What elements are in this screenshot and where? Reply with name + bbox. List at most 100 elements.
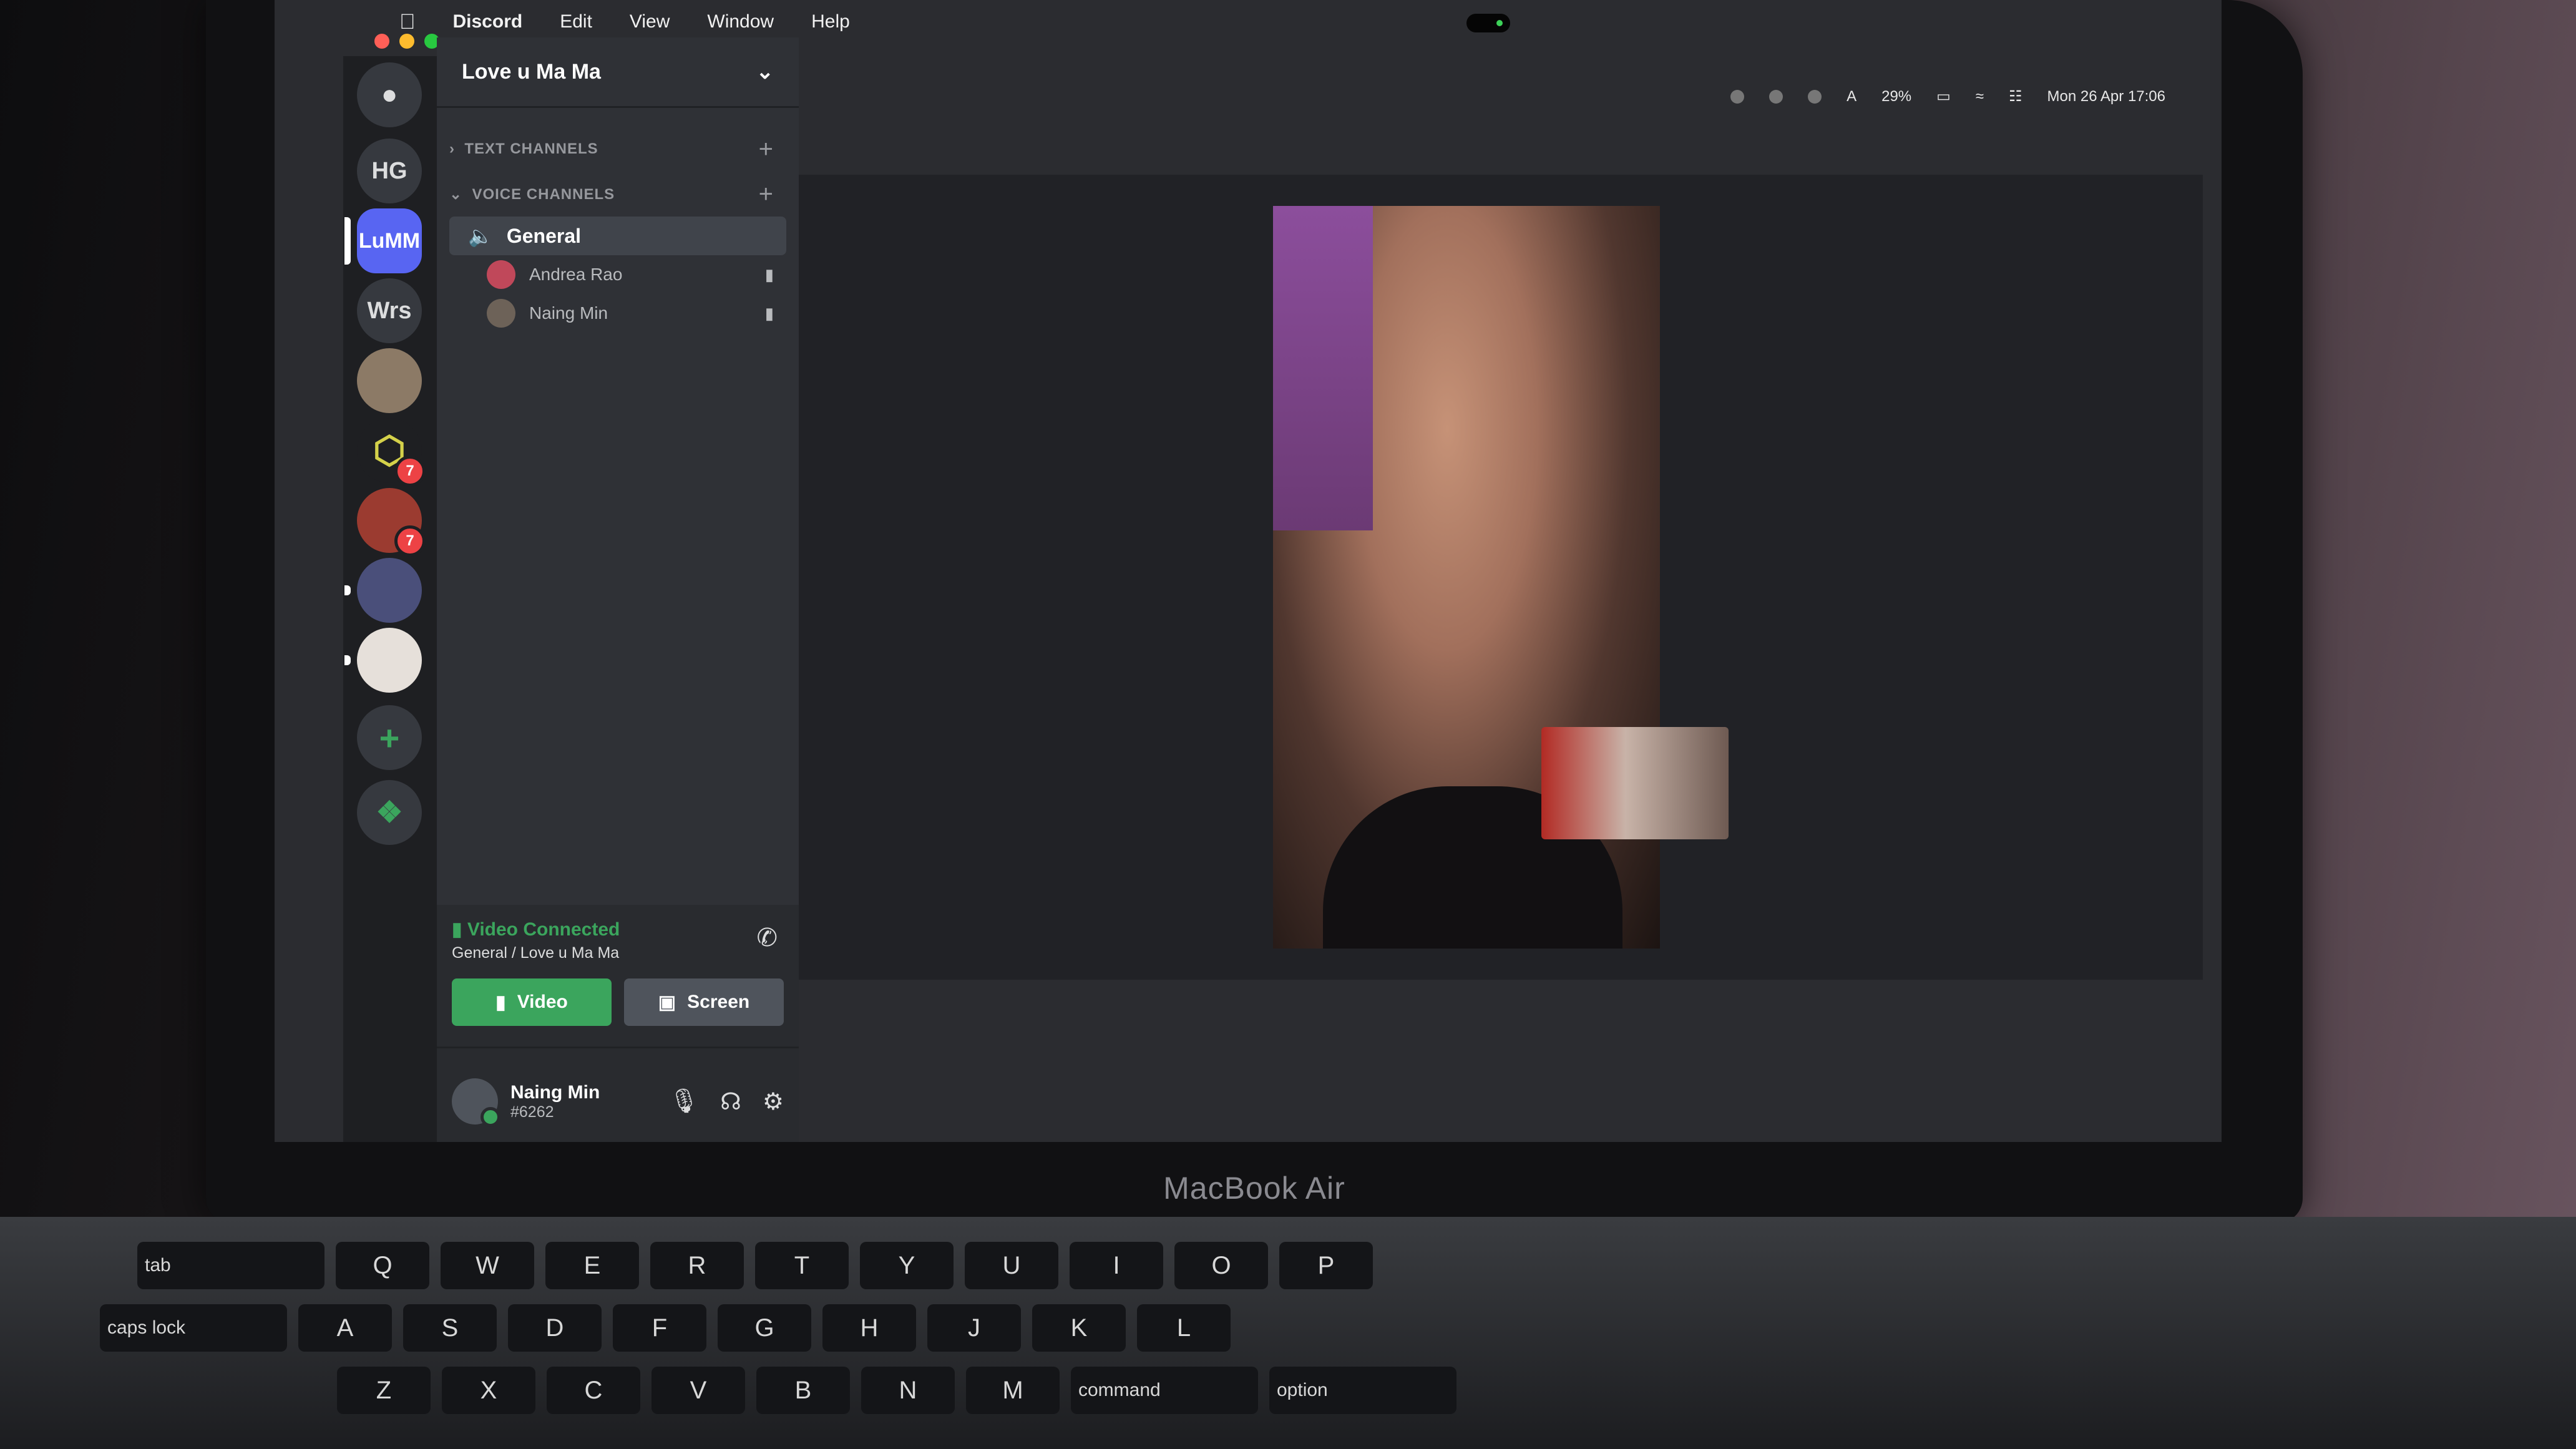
- key[interactable]: H: [822, 1304, 916, 1352]
- server-list: ● HG LuMM Wrs ⬡ 7 7 + ❖: [343, 56, 437, 1142]
- voice-member[interactable]: Naing Min ▮: [437, 294, 799, 333]
- user-panel: Naing Min #6262 🎙 ☊ ⚙: [437, 1048, 799, 1142]
- battery-percent: 29%: [1881, 87, 1912, 105]
- key[interactable]: L: [1137, 1304, 1231, 1352]
- signal-icon: ▮: [452, 919, 462, 940]
- key[interactable]: N: [861, 1367, 955, 1414]
- mac-status-bar: A 29% ▭ ≈ ☷ Mon 26 Apr 17:06: [1730, 87, 2165, 105]
- discord-home-button[interactable]: ●: [357, 62, 422, 127]
- status-dot-icon[interactable]: [1730, 89, 1745, 104]
- key[interactable]: R: [650, 1242, 744, 1289]
- category-voice-channels[interactable]: ⌄ VOICE CHANNELS +: [437, 172, 799, 217]
- headphones-icon[interactable]: ☊: [720, 1088, 741, 1116]
- key-option[interactable]: option: [1269, 1367, 1456, 1414]
- key[interactable]: A: [298, 1304, 392, 1352]
- voice-member[interactable]: Andrea Rao ▮: [437, 255, 799, 294]
- key-tab[interactable]: tab: [137, 1242, 324, 1289]
- server-cube[interactable]: ⬡ 7: [357, 418, 426, 487]
- key[interactable]: W: [441, 1242, 534, 1289]
- key[interactable]: I: [1070, 1242, 1163, 1289]
- apple-menu-icon[interactable]: : [399, 10, 416, 34]
- close-window-button[interactable]: [374, 34, 389, 49]
- laptop-brand-label: MacBook Air: [1163, 1171, 1345, 1206]
- create-channel-icon[interactable]: +: [759, 180, 774, 208]
- screen:  Discord Edit View Window Help A 29% ▭ …: [275, 0, 2222, 1142]
- key[interactable]: J: [927, 1304, 1021, 1352]
- key[interactable]: D: [508, 1304, 602, 1352]
- key[interactable]: M: [966, 1367, 1060, 1414]
- key[interactable]: Q: [336, 1242, 429, 1289]
- avatar[interactable]: [452, 1078, 500, 1127]
- key[interactable]: O: [1174, 1242, 1268, 1289]
- keyboard-input-icon[interactable]: A: [1847, 88, 1856, 105]
- control-center-icon[interactable]: ☷: [2009, 87, 2022, 105]
- server-students[interactable]: [344, 628, 422, 693]
- status-cloud-icon[interactable]: [1769, 89, 1783, 104]
- screen-share-icon: ▣: [658, 992, 676, 1013]
- key[interactable]: C: [547, 1367, 640, 1414]
- video-button[interactable]: ▮ Video: [452, 978, 612, 1026]
- key[interactable]: G: [718, 1304, 811, 1352]
- screen-share-button[interactable]: ▣ Screen: [624, 978, 784, 1026]
- server-lumm[interactable]: LuMM: [344, 208, 422, 273]
- menu-window[interactable]: Window: [707, 11, 774, 32]
- status-vpn-icon[interactable]: [1808, 89, 1822, 104]
- guild-header[interactable]: Love u Ma Ma ⌄: [437, 37, 799, 108]
- window-controls: [374, 34, 439, 49]
- video-stage: [799, 175, 2203, 980]
- key[interactable]: K: [1032, 1304, 1126, 1352]
- key[interactable]: F: [613, 1304, 706, 1352]
- gear-icon[interactable]: ⚙: [763, 1088, 784, 1116]
- menu-app-name[interactable]: Discord: [453, 11, 523, 32]
- battery-icon[interactable]: ▭: [1936, 87, 1951, 105]
- disconnect-icon[interactable]: ✆: [756, 924, 778, 952]
- key[interactable]: B: [756, 1367, 850, 1414]
- minimize-window-button[interactable]: [399, 34, 414, 49]
- key[interactable]: E: [545, 1242, 639, 1289]
- category-text-channels[interactable]: › TEXT CHANNELS +: [437, 127, 799, 172]
- discord-logo-icon: ●: [381, 79, 398, 110]
- clock[interactable]: Mon 26 Apr 17:06: [2047, 88, 2165, 105]
- menu-help[interactable]: Help: [811, 11, 850, 32]
- server-wrs[interactable]: Wrs: [357, 278, 422, 343]
- add-server-button[interactable]: +: [357, 705, 422, 770]
- webcam-icon: [1466, 14, 1510, 32]
- server-label: HG: [371, 157, 407, 184]
- username: Naing Min: [510, 1081, 600, 1103]
- key[interactable]: Y: [860, 1242, 954, 1289]
- channel-sidebar: Love u Ma Ma ⌄ › TEXT CHANNELS + ⌄ VOICE…: [437, 37, 799, 1142]
- key[interactable]: T: [755, 1242, 849, 1289]
- connection-location[interactable]: General / Love u Ma Ma: [452, 944, 784, 962]
- create-channel-icon[interactable]: +: [759, 135, 774, 163]
- key[interactable]: V: [651, 1367, 745, 1414]
- member-name: Andrea Rao: [529, 265, 623, 284]
- unread-indicator: [344, 585, 351, 595]
- keyboard-row-2: caps lock A S D F G H J K L: [100, 1304, 1231, 1352]
- notification-badge: 7: [394, 456, 426, 487]
- menu-edit[interactable]: Edit: [560, 11, 592, 32]
- server-avatar-blue[interactable]: [344, 558, 422, 623]
- user-info[interactable]: Naing Min #6262: [510, 1082, 600, 1121]
- wifi-icon[interactable]: ≈: [1976, 88, 1984, 105]
- key[interactable]: S: [403, 1304, 497, 1352]
- guild-name: Love u Ma Ma: [462, 59, 601, 84]
- key[interactable]: P: [1279, 1242, 1373, 1289]
- chevron-right-icon: ›: [449, 140, 455, 157]
- self-video-preview[interactable]: [1541, 727, 1729, 839]
- active-server-indicator: [344, 217, 351, 265]
- key[interactable]: Z: [337, 1367, 431, 1414]
- server-team[interactable]: 7: [357, 488, 426, 557]
- key-command[interactable]: command: [1071, 1367, 1258, 1414]
- explore-servers-button[interactable]: ❖: [357, 780, 422, 845]
- voice-channel-general[interactable]: 🔈 General: [449, 217, 786, 255]
- menu-view[interactable]: View: [630, 11, 670, 32]
- key[interactable]: U: [965, 1242, 1058, 1289]
- unread-indicator: [344, 655, 351, 665]
- key[interactable]: X: [442, 1367, 535, 1414]
- server-avatar-hood[interactable]: [357, 348, 422, 413]
- microphone-icon[interactable]: 🎙: [669, 1088, 699, 1116]
- key-caps-lock[interactable]: caps lock: [100, 1304, 287, 1352]
- avatar: [487, 260, 515, 289]
- server-hg[interactable]: HG: [357, 139, 422, 203]
- connection-status[interactable]: ▮ Video Connected: [452, 919, 784, 940]
